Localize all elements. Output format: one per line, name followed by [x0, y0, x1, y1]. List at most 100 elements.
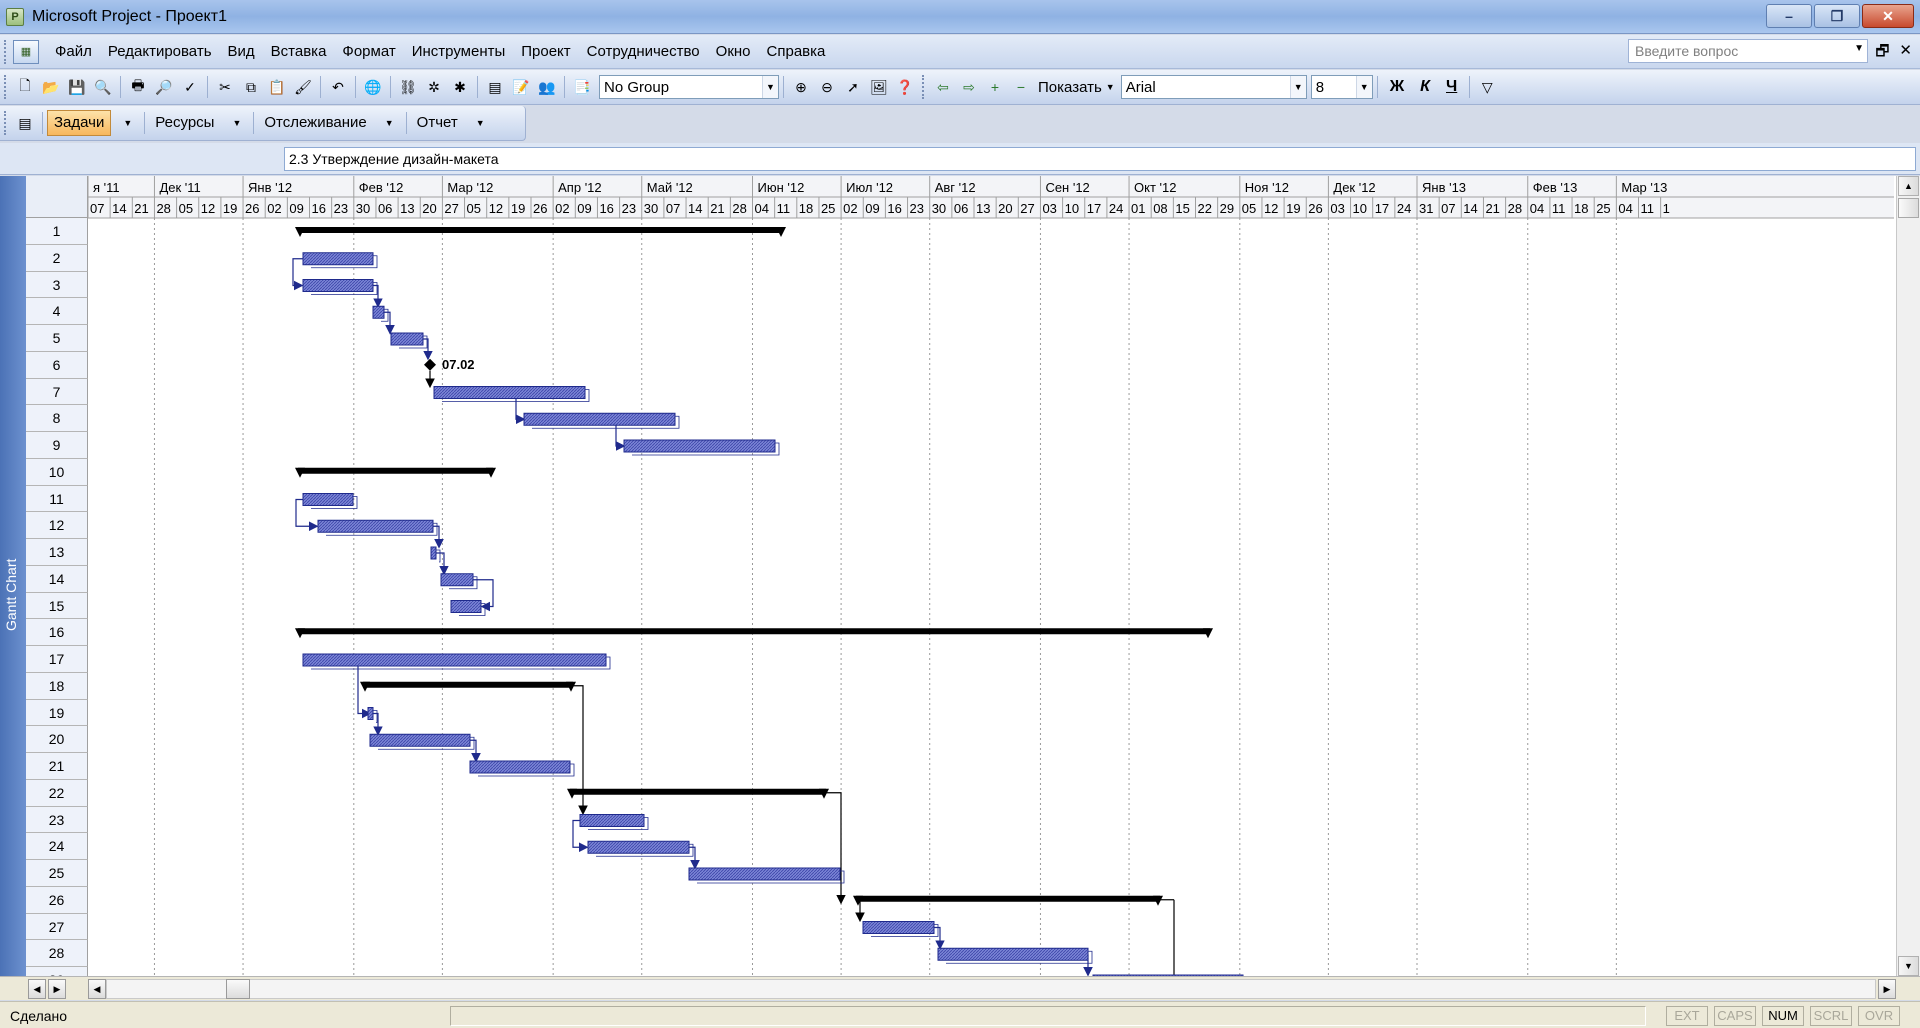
hide-subtasks-icon[interactable]: − [1010, 76, 1032, 98]
chart-scroll-thumb[interactable] [226, 979, 250, 999]
select-all-corner[interactable] [26, 176, 88, 218]
scroll-up-icon[interactable]: ▲ [1898, 176, 1919, 196]
hyperlink-icon[interactable]: 🌐 [362, 76, 384, 98]
row-header[interactable]: 6 [26, 351, 88, 379]
task-notes-icon[interactable]: 📝 [510, 76, 532, 98]
document-icon[interactable]: ▦ [13, 39, 39, 64]
row-header[interactable]: 10 [26, 458, 88, 486]
restore-button[interactable]: ❐ [1814, 4, 1860, 28]
font-dropdown-icon[interactable]: ▼ [1289, 76, 1306, 98]
menu-project[interactable]: Проект [521, 43, 570, 60]
copy-picture-icon[interactable]: 🖼 [868, 76, 890, 98]
tracking-dropdown-icon[interactable]: ▼ [385, 118, 394, 128]
menu-collaborate[interactable]: Сотрудничество [587, 43, 700, 60]
task-info-icon[interactable]: ▤ [484, 76, 506, 98]
row-header[interactable]: 29 [26, 967, 88, 976]
spelling-icon[interactable]: ✓ [179, 76, 201, 98]
link-tasks-icon[interactable]: ⛓ [397, 76, 419, 98]
row-header[interactable]: 1 [26, 218, 88, 245]
show-subtasks-icon[interactable]: + [984, 76, 1006, 98]
row-header[interactable]: 20 [26, 726, 88, 753]
row-header[interactable]: 4 [26, 298, 88, 325]
row-header[interactable]: 11 [26, 485, 88, 513]
row-header[interactable]: 16 [26, 619, 88, 646]
chart-scroll-track[interactable] [106, 979, 1876, 999]
row-header[interactable]: 23 [26, 806, 88, 834]
mdi-restore-icon[interactable]: 🗗 [1875, 41, 1889, 66]
row-header[interactable]: 19 [26, 699, 88, 727]
table-scroll-left-icon[interactable]: ◀ [28, 979, 46, 999]
guide-tab-resources[interactable]: Ресурсы [149, 110, 220, 136]
copy-icon[interactable]: ⧉ [240, 76, 262, 98]
guide-tab-tasks[interactable]: Задачи [47, 110, 112, 136]
menu-help[interactable]: Справка [767, 43, 826, 60]
chart-scroll-left-icon[interactable]: ◀ [88, 979, 106, 999]
show-menu[interactable]: Показать [1038, 79, 1102, 96]
menu-view[interactable]: Вид [228, 43, 255, 60]
cut-icon[interactable]: ✂ [214, 76, 236, 98]
row-header[interactable]: 24 [26, 833, 88, 860]
help-dropdown-icon[interactable]: ▼ [1854, 43, 1864, 54]
group-select[interactable]: No Group ▼ [599, 75, 779, 99]
search-file-icon[interactable]: 🔍 [92, 76, 114, 98]
project-icon[interactable]: P [6, 7, 24, 26]
scroll-down-icon[interactable]: ▼ [1898, 956, 1919, 976]
format-painter-icon[interactable]: 🖌 [292, 76, 314, 98]
resources-dropdown-icon[interactable]: ▼ [232, 118, 241, 128]
row-header[interactable]: 5 [26, 325, 88, 352]
save-icon[interactable]: 💾 [66, 76, 88, 98]
publish-icon[interactable]: 📑 [571, 76, 593, 98]
guide-tab-report[interactable]: Отчет [411, 110, 464, 136]
print-preview-icon[interactable]: 🔎 [153, 76, 175, 98]
font-size-dropdown-icon[interactable]: ▼ [1355, 76, 1372, 98]
view-bar[interactable]: Gantt Chart [0, 176, 26, 976]
row-header[interactable]: 9 [26, 432, 88, 459]
show-dropdown-icon[interactable]: ▼ [1106, 82, 1115, 92]
toolbar-grip-2[interactable] [922, 75, 926, 99]
bold-button[interactable]: Ж [1390, 78, 1404, 96]
chart-scroll-right-icon[interactable]: ▶ [1878, 979, 1896, 999]
help-search-input[interactable]: Введите вопрос [1628, 39, 1868, 63]
font-select[interactable]: Arial ▼ [1120, 75, 1307, 99]
scroll-thumb[interactable] [1898, 198, 1919, 218]
new-icon[interactable]: 🗋 [14, 76, 36, 98]
row-header[interactable]: 26 [26, 886, 88, 914]
undo-icon[interactable]: ↶ [327, 76, 349, 98]
menu-file[interactable]: Файл [55, 43, 92, 60]
toolbar-grip[interactable] [4, 75, 8, 99]
close-button[interactable]: ✕ [1862, 4, 1914, 28]
split-task-icon[interactable]: ✱ [449, 76, 471, 98]
font-size-select[interactable]: 8 ▼ [1310, 75, 1373, 99]
group-dropdown-icon[interactable]: ▼ [762, 76, 778, 98]
paste-icon[interactable]: 📋 [266, 76, 288, 98]
minimize-button[interactable]: – [1766, 4, 1812, 28]
assign-resources-icon[interactable]: 👥 [536, 76, 558, 98]
filter-icon[interactable]: ▽ [1476, 76, 1498, 98]
zoom-in-icon[interactable]: ⊕ [790, 76, 812, 98]
open-icon[interactable]: 📂 [40, 76, 62, 98]
vertical-scrollbar[interactable]: ▲ ▼ [1896, 176, 1920, 976]
row-header[interactable]: 18 [26, 672, 88, 700]
row-header[interactable]: 14 [26, 565, 88, 593]
italic-button[interactable]: К [1420, 78, 1430, 96]
indent-icon[interactable]: ⇨ [958, 76, 980, 98]
row-header[interactable]: 17 [26, 646, 88, 673]
menu-format[interactable]: Формат [342, 43, 395, 60]
guide-grip[interactable] [4, 111, 8, 135]
menubar-grip[interactable] [4, 39, 9, 64]
print-icon[interactable]: 🖶 [127, 76, 149, 98]
row-header[interactable]: 21 [26, 753, 88, 780]
row-header[interactable]: 22 [26, 779, 88, 807]
menu-edit[interactable]: Редактировать [108, 43, 212, 60]
guide-tab-tracking[interactable]: Отслеживание [258, 110, 372, 136]
outdent-icon[interactable]: ⇦ [932, 76, 954, 98]
row-header[interactable]: 2 [26, 244, 88, 272]
zoom-out-icon[interactable]: ⊖ [816, 76, 838, 98]
menu-tools[interactable]: Инструменты [412, 43, 506, 60]
row-header[interactable]: 28 [26, 940, 88, 967]
project-guide-icon[interactable]: ▤ [14, 112, 36, 134]
row-header[interactable]: 3 [26, 271, 88, 299]
underline-button[interactable]: Ч [1446, 78, 1457, 96]
help-icon[interactable]: ❓ [894, 76, 916, 98]
entry-field[interactable]: 2.3 Утверждение дизайн-макета [284, 147, 1916, 171]
